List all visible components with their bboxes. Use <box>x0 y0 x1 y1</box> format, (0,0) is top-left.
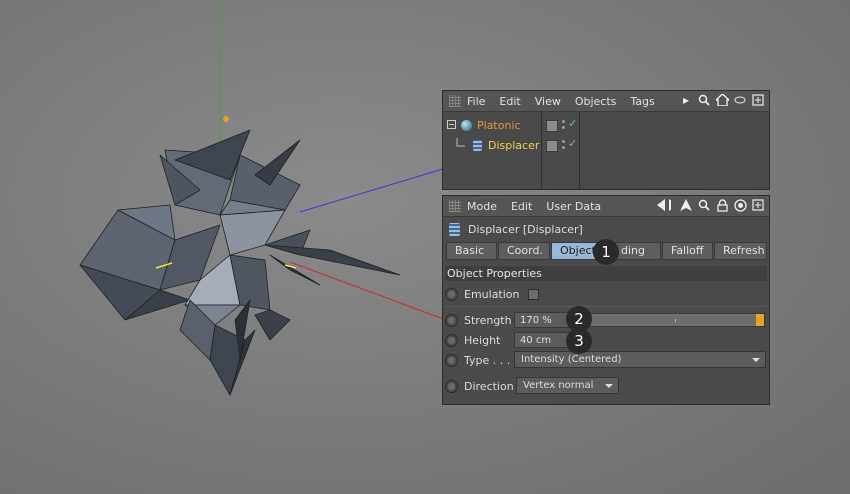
visibility-dot-icon[interactable] <box>562 140 565 143</box>
property-height: Height <box>445 331 500 349</box>
tab-coord[interactable]: Coord. <box>498 242 550 260</box>
strength-label: Strength <box>464 313 512 327</box>
menu-file[interactable]: File <box>467 95 485 108</box>
property-strength: Strength <box>445 311 512 329</box>
attribute-title-row: Displacer [Displacer] <box>443 217 769 241</box>
search-icon[interactable] <box>697 198 711 212</box>
chevron-down-icon <box>752 358 760 362</box>
direction-dropdown[interactable]: Vertex normal <box>516 377 619 394</box>
menu-edit[interactable]: Edit <box>511 200 532 213</box>
type-label: Type . . . <box>464 353 511 367</box>
callout-badge-3: 3 <box>566 328 592 354</box>
origin-dot <box>223 116 229 122</box>
ellipse-icon[interactable] <box>733 93 747 107</box>
attribute-manager-menubar: Mode Edit User Data <box>443 196 769 217</box>
type-dropdown-value: Intensity (Centered) <box>521 354 622 365</box>
enabled-check-icon[interactable]: ✓ <box>568 137 577 150</box>
menu-mode[interactable]: Mode <box>467 200 497 213</box>
menu-user-data[interactable]: User Data <box>546 200 601 213</box>
property-emulation: Emulation <box>445 285 539 303</box>
home-icon[interactable] <box>715 93 729 107</box>
panel-grip-icon[interactable] <box>449 200 461 212</box>
emulation-checkbox[interactable] <box>527 288 539 300</box>
panel-grip-icon[interactable] <box>449 95 461 107</box>
animate-radio-icon[interactable] <box>445 333 458 347</box>
lock-icon[interactable] <box>715 198 729 212</box>
attribute-title: Displacer [Displacer] <box>468 222 583 236</box>
divider <box>445 306 767 307</box>
type-dropdown[interactable]: Intensity (Centered) <box>514 351 766 368</box>
target-icon[interactable] <box>733 198 747 212</box>
animate-radio-icon[interactable] <box>445 353 458 367</box>
new-panel-icon[interactable] <box>751 93 765 107</box>
visibility-dot-icon[interactable] <box>562 146 565 149</box>
visibility-dot-icon[interactable] <box>562 120 565 123</box>
tree-connector-icon <box>456 138 465 147</box>
emulation-label: Emulation <box>464 287 520 301</box>
visibility-dot-icon[interactable] <box>562 126 565 129</box>
height-label: Height <box>464 333 501 347</box>
displacer-object-icon <box>449 222 460 236</box>
platonic-object-icon <box>461 119 472 131</box>
back-arrow-icon[interactable] <box>657 198 671 212</box>
tab-falloff[interactable]: Falloff <box>662 242 713 260</box>
property-type: Type . . . <box>445 351 510 369</box>
object-name-platonic[interactable]: Platonic <box>477 119 521 132</box>
tab-refresh[interactable]: Refresh <box>714 242 767 260</box>
collapse-toggle-icon[interactable] <box>447 120 457 130</box>
object-name-displacer[interactable]: Displacer <box>488 139 539 152</box>
tree-row-displacer[interactable]: Displacer ✓ <box>443 135 769 155</box>
search-icon[interactable] <box>697 93 711 107</box>
x-axis-line <box>289 261 447 321</box>
displacer-object-icon <box>473 139 482 151</box>
direction-dropdown-value: Vertex normal <box>523 380 594 391</box>
displaced-mesh <box>79 129 401 396</box>
callout-badge-1: 1 <box>593 239 619 265</box>
object-manager-menubar: File Edit View Objects Tags ▸ <box>443 91 769 112</box>
attribute-manager-panel: Mode Edit User Data Displacer [Displacer… <box>442 195 770 405</box>
menu-tags[interactable]: Tags <box>630 95 654 108</box>
animate-radio-icon[interactable] <box>445 379 458 393</box>
menu-edit[interactable]: Edit <box>499 95 520 108</box>
animate-radio-icon[interactable] <box>445 313 458 327</box>
animate-radio-icon[interactable] <box>445 287 458 301</box>
enabled-check-icon[interactable]: ✓ <box>568 117 577 130</box>
tab-object[interactable]: Object <box>551 242 597 260</box>
tree-row-platonic[interactable]: Platonic ✓ <box>443 115 769 135</box>
chevron-down-icon <box>605 384 613 388</box>
tab-basic[interactable]: Basic <box>446 242 497 260</box>
object-tree: Platonic ✓ Displacer ✓ <box>443 112 769 189</box>
new-panel-icon[interactable] <box>751 198 765 212</box>
strength-slider[interactable] <box>574 313 765 327</box>
slider-tick <box>675 319 676 322</box>
section-header-object-properties: Object Properties <box>445 266 767 281</box>
property-direction: Direction <box>445 377 514 395</box>
z-axis-line <box>299 167 447 213</box>
editor-visibility-icon[interactable] <box>546 120 558 132</box>
menu-objects[interactable]: Objects <box>575 95 617 108</box>
object-manager-panel: File Edit View Objects Tags ▸ Platonic ✓… <box>442 90 770 190</box>
height-input[interactable]: 40 cm <box>514 332 570 348</box>
strength-slider-fill <box>756 314 764 326</box>
menu-view[interactable]: View <box>535 95 561 108</box>
direction-label: Direction <box>464 379 514 393</box>
strength-input[interactable]: 170 % <box>514 312 570 328</box>
play-arrow-icon[interactable]: ▸ <box>679 93 693 107</box>
editor-visibility-icon[interactable] <box>546 140 558 152</box>
pointer-icon[interactable] <box>679 198 693 212</box>
